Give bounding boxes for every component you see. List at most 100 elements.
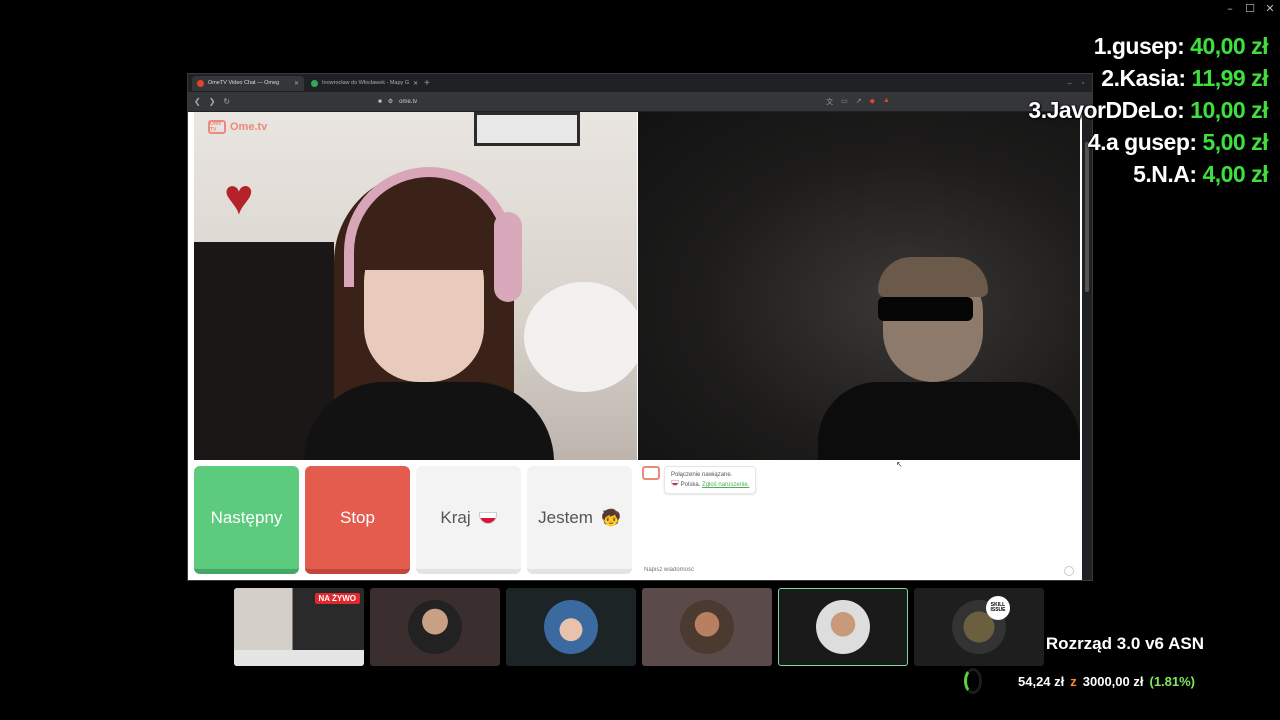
goal-percent: (1.81%) xyxy=(1149,673,1196,689)
stream-thumbnails: NA ŻYWO SKILL ISSUE xyxy=(234,588,1044,666)
skill-issue-badge: SKILL ISSUE xyxy=(986,596,1010,620)
wall-frame xyxy=(474,112,580,146)
goal-current: 54,24 zł xyxy=(1018,673,1065,689)
tab-maps[interactable]: Inowrocław do Włocławek - Mapy G ✕ xyxy=(306,76,418,91)
live-badge: NA ŻYWO xyxy=(314,593,360,604)
bookmark-icon[interactable]: ■ xyxy=(378,99,382,105)
rank: 5. xyxy=(1133,161,1152,187)
rewards-icon[interactable]: ▲ xyxy=(883,97,890,107)
torso xyxy=(304,382,554,460)
ometv-logo[interactable]: Ome TV Ome.tv xyxy=(208,120,267,134)
ometv-logo-text: Ome.tv xyxy=(230,121,268,133)
torso xyxy=(818,382,1080,460)
leaderboard-row: 3.JavorDDeLo: 10,00 zł xyxy=(1028,94,1268,126)
donation-amount: 4,00 zł xyxy=(1202,161,1268,187)
rank: 4. xyxy=(1087,129,1107,155)
stop-button[interactable]: Stop xyxy=(305,466,410,574)
live-thumbnail[interactable]: NA ŻYWO xyxy=(234,588,364,666)
donor-name: a gusep: xyxy=(1105,129,1197,155)
streamer-thumbnail[interactable] xyxy=(370,588,500,666)
minimize-icon[interactable]: – xyxy=(1224,2,1236,15)
sunglasses xyxy=(878,297,973,321)
reload-icon[interactable]: ↻ xyxy=(223,97,230,106)
poland-flag-icon xyxy=(478,511,497,524)
donation-amount: 10,00 zł xyxy=(1190,97,1268,123)
tab-label: OmeTV Video Chat — Omeg xyxy=(208,80,280,86)
streamer-thumbnail[interactable] xyxy=(642,588,772,666)
url-text: ome.tv xyxy=(399,98,418,105)
leaderboard-row: 5.N.A: 4,00 zł xyxy=(1028,158,1268,190)
streamer-thumbnail[interactable]: SKILL ISSUE xyxy=(914,588,1044,666)
rank: 3. xyxy=(1028,97,1047,123)
next-button[interactable]: Następny xyxy=(194,466,299,574)
window-controls: – ☐ ✕ xyxy=(1224,2,1276,15)
cast-icon[interactable]: ▭ xyxy=(841,97,848,107)
ometv-logo-badge: Ome TV xyxy=(208,120,226,134)
donor-name: gusep: xyxy=(1111,33,1185,59)
gender-button-label: Jestem xyxy=(538,507,593,527)
browser-window: OmeTV Video Chat — Omeg ✕ Inowrocław do … xyxy=(187,73,1093,581)
maximize-icon[interactable]: ☐ xyxy=(1244,2,1256,15)
url-box[interactable]: ■ ⚙ ome.tv xyxy=(378,98,818,106)
gender-button[interactable]: Jestem 🧒 xyxy=(527,466,632,574)
headphones xyxy=(344,167,514,287)
rank: 2. xyxy=(1101,65,1120,91)
tab-close-icon[interactable]: ✕ xyxy=(413,80,418,87)
leaderboard-row: 1.gusep: 40,00 zł xyxy=(1028,30,1269,62)
heart-decoration-icon: ♥ xyxy=(224,169,254,225)
donor-name: N.A: xyxy=(1151,161,1197,187)
streamer-thumbnail-selected[interactable] xyxy=(778,588,908,666)
leaderboard-row: 4.a gusep: 5,00 zł xyxy=(1028,126,1269,158)
system-message: Połączenie nawiązane. Polska. Zgłoś naru… xyxy=(642,466,757,495)
extension-icons: 文 ▭ ↗ ◆ ▲ xyxy=(826,97,890,107)
brave-shield-icon[interactable]: ◆ xyxy=(870,97,875,107)
report-link[interactable]: Zgłoś naruszenie. xyxy=(702,482,749,488)
chat-panel: Połączenie nawiązane. Polska. Zgłoś naru… xyxy=(638,460,1080,580)
new-tab-icon[interactable]: + xyxy=(424,78,430,89)
share-icon[interactable]: ↗ xyxy=(856,97,862,107)
tab-ometv[interactable]: OmeTV Video Chat — Omeg ✕ xyxy=(192,75,304,91)
message-bubble: Połączenie nawiązane. Polska. Zgłoś naru… xyxy=(664,466,757,495)
goal-separator: z xyxy=(1070,673,1077,689)
country-text: Polska. xyxy=(680,482,701,489)
ometv-favicon-icon xyxy=(197,79,204,87)
goal-progress-ring xyxy=(964,668,982,694)
emoji-icon[interactable] xyxy=(1064,566,1074,576)
rank: 1. xyxy=(1093,33,1113,59)
goal-progress: 54,24 zł z 3000,00 zł (1.81%) xyxy=(964,668,1195,694)
ometv-avatar-icon xyxy=(642,466,660,480)
plush-toy xyxy=(524,282,637,392)
hair xyxy=(878,257,988,297)
preview-controls xyxy=(234,650,364,666)
avatar xyxy=(680,600,734,654)
boy-icon: 🧒 xyxy=(600,509,621,527)
close-icon[interactable]: ✕ xyxy=(1264,2,1276,15)
connected-text: Połączenie nawiązane. xyxy=(671,472,733,478)
donor-name: JavorDDeLo: xyxy=(1046,97,1185,123)
translate-icon[interactable]: 文 xyxy=(826,97,833,107)
local-video: ♥ Ome TV Ome.tv xyxy=(194,112,637,460)
tab-close-icon[interactable]: ✕ xyxy=(294,80,299,87)
donor-name: Kasia: xyxy=(1119,65,1186,91)
streamer-thumbnail[interactable] xyxy=(506,588,636,666)
country-button-label: Kraj xyxy=(440,507,471,527)
avatar xyxy=(544,600,598,654)
avatar xyxy=(408,600,462,654)
goal-target: 3000,00 zł xyxy=(1082,673,1144,689)
tab-bar: OmeTV Video Chat — Omeg ✕ Inowrocław do … xyxy=(188,74,1092,92)
back-icon[interactable]: ❮ xyxy=(194,97,201,106)
ometv-page: ♥ Ome TV Ome.tv Następny Stop Kraj Jeste… xyxy=(188,112,1092,580)
forward-icon[interactable]: ❯ xyxy=(209,97,216,106)
tab-label: Inowrocław do Włocławek - Mapy G xyxy=(322,80,410,86)
site-info-icon[interactable]: ⚙ xyxy=(388,98,393,105)
next-button-label: Następny xyxy=(210,507,283,527)
donation-amount: 5,00 zł xyxy=(1202,129,1268,155)
goal-title: Rozrząd 3.0 v6 ASN xyxy=(1045,634,1204,653)
avatar xyxy=(816,600,870,654)
donation-amount: 11,99 zł xyxy=(1191,65,1268,91)
address-bar: ❮ ❯ ↻ ■ ⚙ ome.tv 文 ▭ ↗ ◆ ▲ xyxy=(188,92,1092,111)
message-input[interactable] xyxy=(644,564,1076,576)
country-button[interactable]: Kraj xyxy=(416,466,521,574)
remote-video xyxy=(638,112,1080,460)
headphone-earcup xyxy=(494,212,522,302)
